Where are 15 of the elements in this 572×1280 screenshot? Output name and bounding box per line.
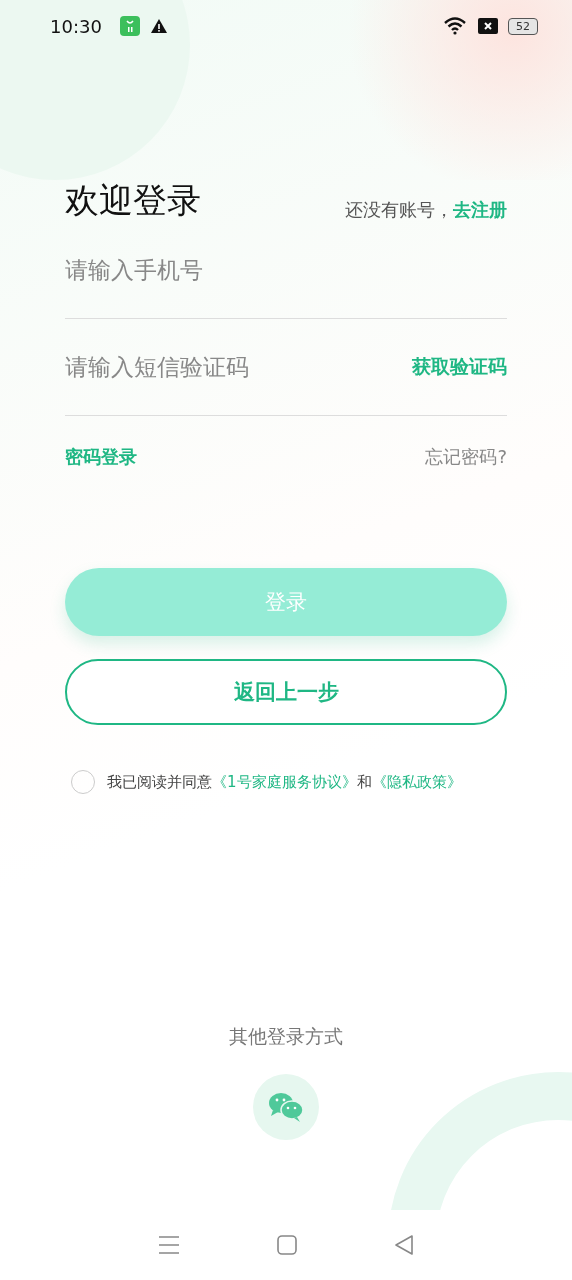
get-code-link[interactable]: 获取验证码 [412, 354, 507, 380]
phone-input-field[interactable]: 请输入手机号 [65, 257, 507, 283]
password-login-link[interactable]: 密码登录 [65, 445, 137, 469]
forgot-password-link[interactable]: 忘记密码? [425, 445, 507, 469]
back-button[interactable]: 返回上一步 [65, 659, 507, 725]
other-login-title: 其他登录方式 [229, 1024, 343, 1049]
register-prompt: 还没有账号， [345, 199, 453, 220]
status-time: 10:30 [50, 15, 102, 37]
page-title: 欢迎登录 [65, 179, 201, 222]
code-input-field[interactable]: 请输入短信验证码 [65, 354, 412, 380]
register-link[interactable]: 去注册 [453, 199, 507, 220]
terms-link[interactable]: 《1号家庭服务协议》 [212, 772, 357, 791]
agreement-text: 我已阅读并同意《1号家庭服务协议》和《隐私政策》 [107, 772, 462, 792]
privacy-link[interactable]: 《隐私政策》 [371, 772, 462, 791]
battery-indicator: 52 [508, 17, 538, 35]
